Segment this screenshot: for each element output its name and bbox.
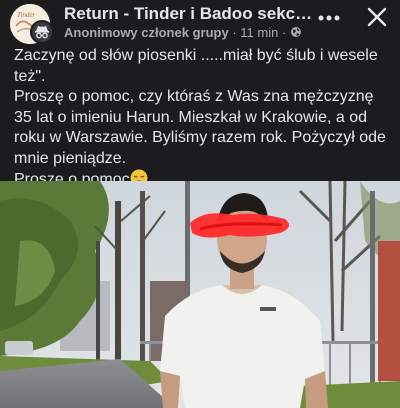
post-body: Zaczynę od słów piosenki .....miał być ś… bbox=[14, 46, 394, 191]
close-icon bbox=[367, 7, 387, 27]
close-button[interactable] bbox=[362, 2, 392, 32]
post-header: Tinder Return - Tinder i Badoo sekcja ..… bbox=[0, 0, 400, 44]
meta-separator: · bbox=[232, 25, 237, 40]
avatar-logo-text: Tinder bbox=[17, 11, 36, 19]
anonymous-member-icon bbox=[30, 20, 54, 44]
post-photo[interactable] bbox=[0, 181, 400, 408]
facebook-group-post: Tinder Return - Tinder i Badoo sekcja ..… bbox=[0, 0, 400, 408]
globe-icon bbox=[290, 27, 301, 37]
more-dots-icon bbox=[318, 15, 340, 21]
post-paragraph: Proszę o pomoc, czy któraś z Was zna męż… bbox=[14, 88, 386, 167]
street-photo bbox=[0, 181, 400, 408]
post-time[interactable]: 11 min bbox=[240, 25, 278, 40]
sep-dot: · bbox=[281, 25, 287, 40]
author-role[interactable]: Anonimowy członek grupy bbox=[64, 25, 229, 40]
more-options-button[interactable] bbox=[314, 6, 344, 30]
post-meta: Anonimowy członek grupy · 11 min · bbox=[64, 25, 302, 40]
post-paragraph: Zaczynę od słów piosenki .....miał być ś… bbox=[14, 47, 378, 85]
group-title[interactable]: Return - Tinder i Badoo sekcja ... bbox=[64, 4, 314, 24]
